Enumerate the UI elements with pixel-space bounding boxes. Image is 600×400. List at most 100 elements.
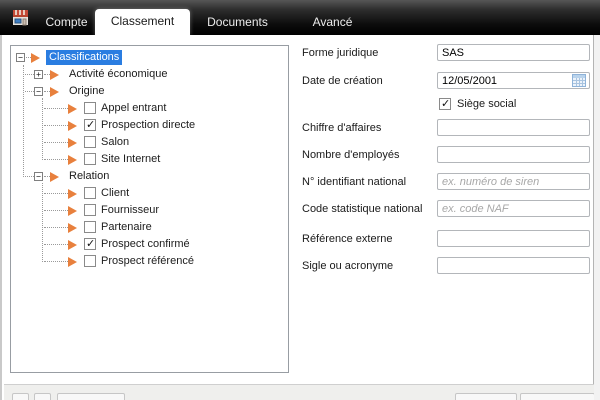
- text-field-nombre-d-employes[interactable]: [437, 146, 590, 163]
- tree-node-arrow-icon: [68, 223, 77, 233]
- tree-connector-stub: [44, 125, 68, 126]
- tree-item-relation[interactable]: − Relation: [12, 168, 287, 185]
- tab-documents[interactable]: Documents: [190, 10, 285, 35]
- footer-button[interactable]: [34, 393, 51, 400]
- tree-node-arrow-icon: [68, 104, 77, 114]
- check-mark-icon: ✓: [86, 119, 95, 131]
- tree-connector-stub: [44, 193, 68, 194]
- tree-item-origine[interactable]: − Origine: [12, 83, 287, 100]
- tree-item-activite-economique[interactable]: + Activité économique: [12, 66, 287, 83]
- tree-connector-stub: [44, 142, 68, 143]
- text-field-reference-externe[interactable]: [437, 230, 590, 247]
- tree-node-arrow-icon: [68, 155, 77, 165]
- tree-checkbox[interactable]: ✓: [84, 119, 96, 131]
- window-frame-edge: [594, 35, 600, 400]
- tree-item-label[interactable]: Site Internet: [101, 151, 160, 168]
- tree-connector-stub: [25, 91, 34, 92]
- field-label-nombre-d-employes: Nombre d'employés: [302, 149, 399, 161]
- classement-tab-panel: − Classifications+ Activité économique − Ori…: [0, 35, 594, 400]
- date-field-date-de-creation[interactable]: [437, 72, 590, 89]
- tree-node-arrow-icon: [68, 206, 77, 216]
- tree-connector-stub: [44, 227, 68, 228]
- tree-item-label[interactable]: Appel entrant: [101, 100, 166, 117]
- tree-item-label[interactable]: Salon: [101, 134, 129, 151]
- tree-item-label[interactable]: Prospection directe: [101, 117, 195, 134]
- field-label-forme-juridique: Forme juridique: [302, 47, 378, 59]
- tree-connector-stub: [44, 261, 68, 262]
- footer-toolbar: [4, 384, 595, 400]
- tree-item-site-internet[interactable]: Site Internet: [12, 151, 287, 168]
- collapse-minus-icon[interactable]: −: [16, 53, 25, 62]
- tree-item-partenaire[interactable]: Partenaire: [12, 219, 287, 236]
- tree-node-arrow-icon: [50, 87, 59, 97]
- tree-connector-stub: [25, 176, 34, 177]
- text-field-sigle-ou-acronyme[interactable]: [437, 257, 590, 274]
- tree-node-arrow-icon: [68, 138, 77, 148]
- tree-item-prospect-confirme[interactable]: ✓ Prospect confirmé: [12, 236, 287, 253]
- company-building-icon: [10, 7, 31, 28]
- footer-button[interactable]: [455, 393, 517, 400]
- tree-connector-stub: [44, 108, 68, 109]
- check-mark-icon: ✓: [441, 98, 450, 110]
- tree-item-label[interactable]: Prospect référencé: [101, 253, 194, 270]
- tree-node-arrow-icon: [50, 70, 59, 80]
- field-label-n-identifiant-national: N° identifiant national: [302, 176, 406, 188]
- tree-item-prospection-directe[interactable]: ✓ Prospection directe: [12, 117, 287, 134]
- tab-bar: CompteClassementDocumentsAvancé: [0, 0, 600, 35]
- checkbox-siege-social[interactable]: ✓: [439, 98, 451, 110]
- text-field-chiffre-d-affaires[interactable]: [437, 119, 590, 136]
- tree-item-client[interactable]: Client: [12, 185, 287, 202]
- tree-checkbox[interactable]: [84, 255, 96, 267]
- tree-item-label[interactable]: Client: [101, 185, 129, 202]
- tab-compte[interactable]: Compte: [38, 10, 95, 35]
- classifications-tree: − Classifications+ Activité économique − Ori…: [10, 45, 289, 373]
- collapse-minus-icon[interactable]: −: [34, 87, 43, 96]
- tree-connector-stub: [44, 159, 68, 160]
- text-field-code-statistique-national[interactable]: [437, 200, 590, 217]
- tree-node-arrow-icon: [68, 121, 77, 131]
- text-field-n-identifiant-national[interactable]: [437, 173, 590, 190]
- tree-connector-stub: [25, 74, 34, 75]
- footer-button[interactable]: [520, 393, 595, 400]
- collapse-minus-icon[interactable]: −: [34, 172, 43, 181]
- calendar-icon[interactable]: [572, 73, 587, 88]
- tree-connector-stub: [44, 244, 68, 245]
- tree-checkbox[interactable]: [84, 187, 96, 199]
- tree-item-label[interactable]: Classifications: [46, 50, 122, 65]
- tree-checkbox[interactable]: [84, 102, 96, 114]
- tree-item-salon[interactable]: Salon: [12, 134, 287, 151]
- tree-node-arrow-icon: [68, 257, 77, 267]
- text-field-forme-juridique[interactable]: [437, 44, 590, 61]
- tree-checkbox[interactable]: [84, 204, 96, 216]
- tree-checkbox[interactable]: [84, 153, 96, 165]
- field-label-chiffre-d-affaires: Chiffre d'affaires: [302, 122, 381, 134]
- tree-item-fournisseur[interactable]: Fournisseur: [12, 202, 287, 219]
- tree-connector-stub: [44, 210, 68, 211]
- tree-item-label[interactable]: Activité économique: [69, 66, 167, 83]
- tree-node-arrow-icon: [68, 189, 77, 199]
- tree-checkbox[interactable]: [84, 221, 96, 233]
- expand-plus-icon[interactable]: +: [34, 70, 43, 79]
- tree-checkbox[interactable]: [84, 136, 96, 148]
- field-label-code-statistique-national: Code statistique national: [302, 203, 422, 215]
- account-window: CompteClassementDocumentsAvancé − Classif…: [0, 0, 600, 400]
- tab-avance[interactable]: Avancé: [285, 10, 380, 35]
- tree-checkbox[interactable]: ✓: [84, 238, 96, 250]
- tree-item-label[interactable]: Partenaire: [101, 219, 152, 236]
- tree-item-prospect-reference[interactable]: Prospect référencé: [12, 253, 287, 270]
- check-mark-icon: ✓: [86, 238, 95, 250]
- field-label-sigle-ou-acronyme: Sigle ou acronyme: [302, 260, 393, 272]
- tree-item-appel-entrant[interactable]: Appel entrant: [12, 100, 287, 117]
- footer-button[interactable]: [12, 393, 29, 400]
- tree-item-classifications[interactable]: − Classifications: [12, 49, 287, 66]
- tree-node-arrow-icon: [50, 172, 59, 182]
- tree-node-arrow-icon: [68, 240, 77, 250]
- field-label-date-de-creation: Date de création: [302, 75, 383, 87]
- tree-item-label[interactable]: Relation: [69, 168, 109, 185]
- tree-item-label[interactable]: Prospect confirmé: [101, 236, 190, 253]
- tree-item-label[interactable]: Origine: [69, 83, 104, 100]
- tree-node-arrow-icon: [31, 53, 40, 63]
- tree-item-label[interactable]: Fournisseur: [101, 202, 159, 219]
- tab-classement[interactable]: Classement: [95, 9, 190, 36]
- footer-button[interactable]: [57, 393, 125, 400]
